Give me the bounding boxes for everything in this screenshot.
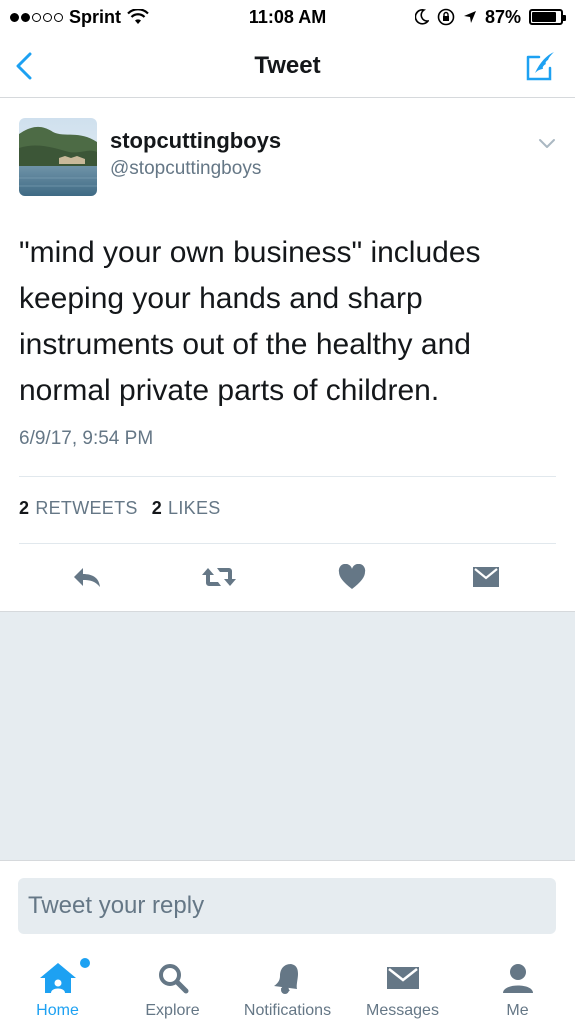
page-title: Tweet: [254, 51, 321, 79]
retweets-stat[interactable]: 2 RETWEETS: [19, 498, 138, 519]
retweets-label: RETWEETS: [35, 498, 138, 518]
signal-strength-icon: [10, 12, 63, 22]
compose-tweet-icon: [526, 52, 554, 81]
do-not-disturb-icon: [414, 9, 429, 25]
status-bar: Sprint 11:08 AM 87%: [0, 0, 575, 34]
bell-icon: [271, 960, 305, 996]
home-icon: [38, 958, 90, 996]
status-left: Sprint: [10, 7, 149, 28]
battery-icon: [529, 9, 566, 25]
user-display-name[interactable]: stopcuttingboys: [110, 128, 281, 154]
retweets-count: 2: [19, 498, 30, 518]
chevron-left-icon: [16, 52, 32, 80]
tweet-stats: 2 RETWEETS 2 LIKES: [19, 498, 221, 519]
status-right: 87%: [414, 6, 566, 28]
likes-stat[interactable]: 2 LIKES: [152, 498, 221, 519]
like-button[interactable]: [332, 560, 372, 594]
tweet-text: "mind your own business" includes keepin…: [19, 236, 481, 407]
compose-tweet-button[interactable]: [521, 46, 561, 86]
battery-percent: 87%: [484, 6, 521, 27]
location-arrow-icon: [463, 11, 476, 23]
reply-input[interactable]: Tweet your reply: [18, 878, 556, 934]
notification-dot: [79, 958, 90, 968]
tab-home-label: Home: [36, 1002, 79, 1019]
wifi-icon: [127, 9, 149, 24]
tab-messages[interactable]: Messages: [345, 946, 460, 1024]
retweet-icon: [202, 568, 236, 586]
tab-me[interactable]: Me: [460, 946, 575, 1024]
direct-message-button[interactable]: [466, 560, 506, 594]
avatar[interactable]: [19, 118, 97, 196]
carrier-name: Sprint: [69, 6, 121, 27]
likes-label: LIKES: [168, 498, 221, 518]
tab-explore[interactable]: Explore: [115, 946, 230, 1024]
conversation-background: [0, 611, 575, 860]
person-icon: [501, 960, 535, 996]
tweet-options-button[interactable]: [535, 136, 559, 152]
tab-notifications-label: Notifications: [243, 1002, 332, 1019]
envelope-icon: [473, 567, 499, 587]
battery-level-fill: [532, 12, 557, 22]
heart-icon: [338, 564, 366, 589]
envelope-icon: [386, 960, 420, 996]
divider: [19, 476, 556, 477]
reply-icon: [74, 568, 100, 587]
reply-button[interactable]: [67, 560, 107, 594]
tab-home[interactable]: Home: [0, 946, 115, 1024]
reply-bar: Tweet your reply: [0, 860, 575, 946]
search-icon: [157, 960, 189, 996]
likes-count: 2: [151, 498, 163, 518]
chevron-down-icon: [539, 139, 555, 148]
tweet-actions: [0, 544, 575, 610]
rotation-lock-icon: [437, 8, 455, 26]
tab-explore-label: Explore: [145, 1002, 200, 1019]
back-button[interactable]: [6, 46, 42, 86]
user-handle[interactable]: @stopcuttingboys: [110, 158, 261, 180]
tweet-timestamp: 6/9/17, 9:54 PM: [19, 428, 154, 449]
tab-me-label: Me: [506, 1002, 529, 1019]
tab-bar: Home Explore Notifications Messages Me: [0, 946, 575, 1024]
retweet-button[interactable]: [199, 560, 239, 594]
tab-messages-label: Messages: [366, 1002, 439, 1019]
tweet-detail: stopcuttingboys @stopcuttingboys "mind y…: [0, 98, 575, 610]
avatar-image: [19, 118, 97, 196]
navigation-bar: Tweet: [0, 34, 575, 98]
tab-notifications[interactable]: Notifications: [230, 946, 345, 1024]
